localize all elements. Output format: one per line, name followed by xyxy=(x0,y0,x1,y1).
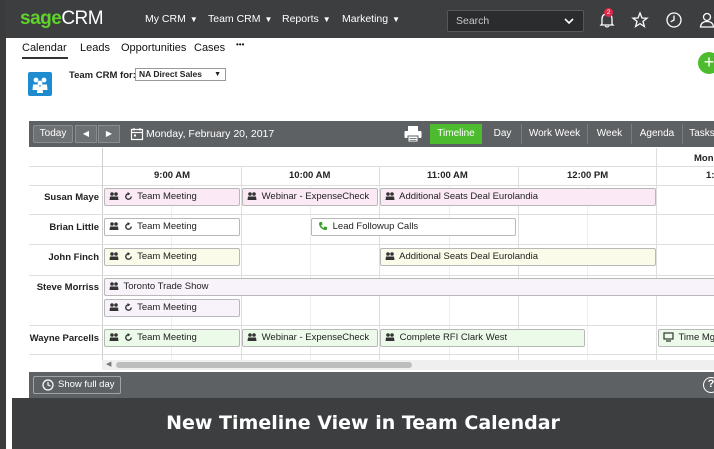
row-name-john-finch[interactable]: John Finch xyxy=(29,252,99,263)
event-webinar-expensecheck[interactable]: Webinar - ExpenseCheck xyxy=(242,329,378,347)
recurring-icon xyxy=(124,333,132,341)
search-input[interactable] xyxy=(448,11,558,31)
calendar-icon[interactable] xyxy=(130,127,144,141)
horizontal-scrollbar[interactable]: ◀ xyxy=(102,360,714,370)
notification-icon[interactable]: 2 xyxy=(598,8,616,29)
timeline-grid: Mon 0 9:00 AM 10:00 AM 11:00 AM 12:00 PM… xyxy=(29,148,714,370)
row-name-wayne-parcells[interactable]: Wayne Parcells xyxy=(29,333,99,344)
calendar-toolbar: Today ◀ ▶ Monday, February 20, 2017 Time… xyxy=(29,121,714,147)
team-select[interactable]: NA Direct Sales ▼ xyxy=(135,68,226,81)
group-icon xyxy=(109,333,119,341)
team-icon xyxy=(28,72,52,96)
search-box[interactable] xyxy=(447,10,584,32)
view-agenda[interactable]: Agenda xyxy=(631,124,682,144)
printer-icon[interactable] xyxy=(403,125,423,143)
group-icon xyxy=(247,333,257,341)
show-full-day-button[interactable]: Show full day xyxy=(33,376,121,394)
team-label: Team CRM for: xyxy=(69,70,136,81)
event-team-meeting[interactable]: Team Meeting xyxy=(104,248,240,266)
user-profile-icon[interactable] xyxy=(698,11,714,29)
event-complete-rfi-clark-west[interactable]: Complete RFI Clark West xyxy=(380,329,585,347)
nav-marketing[interactable]: Marketing ▼ xyxy=(342,13,400,26)
top-bar: sageCRM My CRM ▼ Team CRM ▼ Reports ▼ Marke… xyxy=(6,0,714,38)
tab-more[interactable]: ••• xyxy=(236,40,244,49)
recurring-icon xyxy=(124,192,132,200)
group-icon xyxy=(109,192,119,200)
calendar-footer: Show full day ? xyxy=(29,372,714,398)
time-label: 12:00 PM xyxy=(567,170,609,181)
event-team-meeting[interactable]: Team Meeting xyxy=(104,218,240,236)
row-name-brian-little[interactable]: Brian Little xyxy=(29,222,99,233)
event-lead-followup-calls[interactable]: Lead Followup Calls xyxy=(311,218,516,236)
help-button[interactable]: ? xyxy=(703,377,714,393)
sage-crm-logo[interactable]: sageCRM xyxy=(20,9,104,29)
view-timeline[interactable]: Timeline xyxy=(430,124,482,144)
tab-cases[interactable]: Cases xyxy=(194,42,225,54)
recurring-icon xyxy=(124,252,132,260)
notification-badge: 2 xyxy=(604,8,613,17)
event-team-meeting[interactable]: Team Meeting xyxy=(104,188,240,206)
day-header: Mon 0 xyxy=(694,153,714,164)
row-name-steve-morriss[interactable]: Steve Morriss xyxy=(29,282,99,293)
event-webinar-expensecheck[interactable]: Webinar - ExpenseCheck xyxy=(242,188,378,206)
active-tab-indicator xyxy=(22,57,68,59)
today-button[interactable]: Today xyxy=(33,125,73,143)
nav-reports[interactable]: Reports ▼ xyxy=(282,13,331,26)
group-icon xyxy=(109,282,119,290)
caption-banner: New Timeline View in Team Calendar xyxy=(12,398,714,449)
add-button[interactable]: + xyxy=(698,52,714,74)
event-additional-seats-deal[interactable]: Additional Seats Deal Eurolandia xyxy=(380,188,656,206)
time-label: 9:00 AM xyxy=(154,170,191,181)
nav-team-crm[interactable]: Team CRM ▼ xyxy=(208,13,272,26)
chevron-down-icon[interactable] xyxy=(563,15,575,27)
tab-leads[interactable]: Leads xyxy=(80,42,110,54)
group-icon xyxy=(247,192,257,200)
event-additional-seats-deal[interactable]: Additional Seats Deal Eurolandia xyxy=(380,248,656,266)
event-toronto-trade-show[interactable]: Toronto Trade Show xyxy=(104,278,714,296)
caret-down-icon: ▼ xyxy=(264,15,273,24)
recent-history-clock-icon[interactable] xyxy=(665,11,683,29)
scrollbar-thumb[interactable] xyxy=(116,362,412,368)
group-icon xyxy=(109,252,119,260)
time-label: 1:0 xyxy=(706,170,714,181)
clock-icon xyxy=(42,379,54,391)
time-label: 11:00 AM xyxy=(427,170,468,181)
view-work-week[interactable]: Work Week xyxy=(521,124,587,144)
favorites-star-icon[interactable] xyxy=(631,11,649,29)
phone-icon xyxy=(319,222,327,231)
event-team-meeting[interactable]: Team Meeting xyxy=(104,329,240,347)
nav-my-crm[interactable]: My CRM ▼ xyxy=(145,13,198,26)
row-name-susan-maye[interactable]: Susan Maye xyxy=(29,192,99,203)
view-day[interactable]: Day xyxy=(484,124,521,144)
caret-down-icon: ▼ xyxy=(322,15,331,24)
group-icon xyxy=(109,222,119,230)
caret-down-icon: ▼ xyxy=(189,15,198,24)
group-icon xyxy=(385,333,395,341)
event-team-meeting[interactable]: Team Meeting xyxy=(104,299,240,317)
group-icon xyxy=(385,252,395,260)
monitor-icon xyxy=(663,332,674,342)
next-button[interactable]: ▶ xyxy=(98,125,120,143)
event-time-mgr[interactable]: Time Mgr. xyxy=(658,329,714,347)
app-frame: sageCRM My CRM ▼ Team CRM ▼ Reports ▼ Marke… xyxy=(0,0,714,449)
caret-down-icon: ▼ xyxy=(392,15,401,24)
recurring-icon xyxy=(124,303,132,311)
current-date[interactable]: Monday, February 20, 2017 xyxy=(146,128,274,140)
recurring-icon xyxy=(124,222,132,230)
scroll-left-icon[interactable]: ◀ xyxy=(106,360,111,368)
tab-calendar[interactable]: Calendar xyxy=(22,42,67,54)
view-tasks[interactable]: Tasks xyxy=(682,124,714,144)
group-icon xyxy=(385,192,395,200)
group-icon xyxy=(109,303,119,311)
time-label: 10:00 AM xyxy=(289,170,331,181)
previous-button[interactable]: ◀ xyxy=(75,125,97,143)
view-week[interactable]: Week xyxy=(587,124,631,144)
tab-opportunities[interactable]: Opportunities xyxy=(121,42,186,54)
caret-down-icon: ▼ xyxy=(214,71,221,78)
